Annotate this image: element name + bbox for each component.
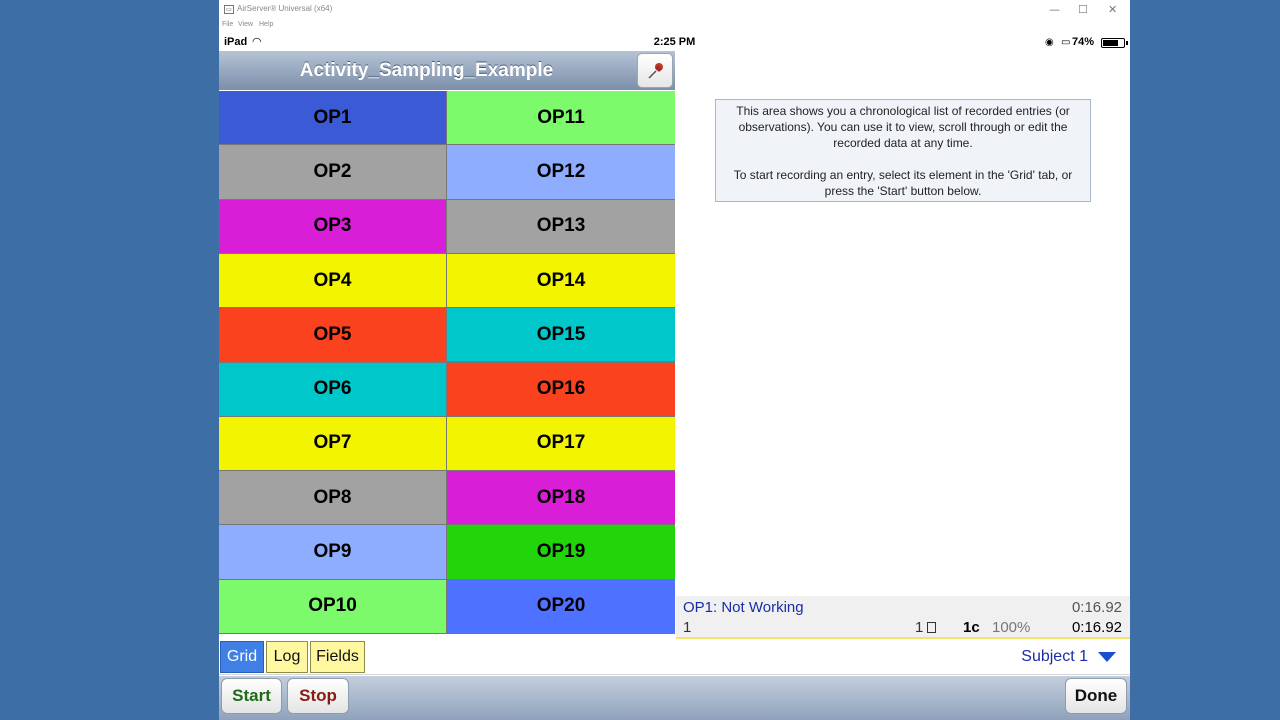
window-title: AirServer® Universal (x64) [237, 4, 333, 13]
status-time: 2:25 PM [653, 36, 696, 48]
tab-grid[interactable]: Grid [220, 641, 264, 673]
tab-fields[interactable]: Fields [310, 641, 365, 673]
page-title: Activity_Sampling_Example [299, 60, 554, 81]
elapsed-time-1: 0:16.92 [1071, 599, 1122, 616]
stop-button[interactable]: Stop [287, 678, 349, 714]
log-area[interactable]: This area shows you a chronological list… [676, 51, 1130, 596]
info-paragraph-2: To start recording an entry, select its … [733, 168, 1073, 198]
dropdown-triangle-icon [1098, 652, 1116, 662]
grid-cell-op14[interactable]: OP14 [447, 253, 675, 308]
pin-button[interactable] [637, 53, 673, 88]
grid-cell-op20[interactable]: OP20 [447, 579, 675, 633]
subject-selector[interactable]: Subject 1 [1021, 648, 1116, 666]
battery-tip [1126, 41, 1128, 45]
grid-cell-op15[interactable]: OP15 [447, 308, 675, 362]
minimize-icon[interactable]: — [1049, 3, 1060, 16]
airserver-window: ▭ AirServer® Universal (x64) — ☐ ✕ File … [219, 0, 1130, 720]
menu-bar: File View Help [219, 20, 1130, 32]
grid-cell-op9[interactable]: OP9 [219, 525, 446, 579]
menu-help[interactable]: Help [259, 21, 273, 28]
grid-cell-op11[interactable]: OP11 [447, 91, 675, 145]
grid-cell-op6[interactable]: OP6 [219, 362, 446, 416]
grid-cell-op1[interactable]: OP1 [219, 91, 446, 145]
bottom-toolbar: Start Stop Done [219, 676, 1130, 720]
maximize-icon[interactable]: ☐ [1078, 3, 1088, 16]
grid-header: Activity_Sampling_Example [219, 51, 675, 90]
cycle-count: 1c [963, 619, 980, 636]
grid-cell-op18[interactable]: OP18 [447, 471, 675, 525]
grid-cell-op7[interactable]: OP7 [219, 416, 446, 471]
info-box: This area shows you a chronological list… [715, 99, 1091, 202]
current-observation: OP1: Not Working [683, 599, 804, 616]
note-icon [927, 622, 936, 633]
battery-icon [1101, 38, 1125, 48]
grid-cell-op16[interactable]: OP16 [447, 362, 675, 416]
status-panel: OP1: Not Working 0:16.92 1 1 1c 100% 0:1… [676, 596, 1130, 639]
grid-cell-op19[interactable]: OP19 [447, 525, 675, 579]
window-titlebar[interactable]: ▭ AirServer® Universal (x64) — ☐ ✕ [219, 0, 1130, 20]
element-grid: OP1 OP11 OP2 OP12 OP3 OP13 OP4 OP14 OP5 OP15 OP6 OP… [219, 91, 675, 634]
grid-cell-op5[interactable]: OP5 [219, 308, 446, 362]
tab-log[interactable]: Log [266, 641, 308, 673]
grid-cell-op8[interactable]: OP8 [219, 471, 446, 525]
rotation-lock-icon: ◉ [1045, 37, 1054, 48]
grid-cell-op12[interactable]: OP12 [447, 145, 675, 199]
airplay-icon: ▭ [1061, 37, 1071, 48]
observation-count: 1 [915, 619, 924, 636]
start-button[interactable]: Start [221, 678, 282, 714]
pushpin-icon [648, 63, 663, 79]
menu-view[interactable]: View [238, 21, 253, 28]
info-paragraph-1: This area shows you a chronological list… [736, 104, 1070, 150]
subject-label: Subject 1 [1021, 648, 1088, 665]
grid-cell-op2[interactable]: OP2 [219, 145, 446, 199]
ios-status-bar: iPad ◠ 2:25 PM ◉ ▭ 74% [219, 33, 1130, 51]
grid-cell-op17[interactable]: OP17 [447, 416, 675, 471]
close-icon[interactable]: ✕ [1108, 3, 1117, 16]
grid-cell-op4[interactable]: OP4 [219, 253, 446, 308]
percent-value: 100% [992, 619, 1031, 636]
menu-file[interactable]: File [222, 21, 233, 28]
battery-percent: 74% [1071, 36, 1094, 48]
grid-cell-op3[interactable]: OP3 [219, 199, 446, 253]
tab-bar: Grid Log Fields Subject 1 [219, 640, 1130, 675]
airserver-app-icon: ▭ [224, 5, 234, 14]
elapsed-time-2: 0:16.92 [1071, 619, 1122, 636]
grid-cell-op13[interactable]: OP13 [447, 199, 675, 253]
grid-cell-op10[interactable]: OP10 [219, 579, 446, 633]
battery-fill [1103, 40, 1118, 46]
entry-count: 1 [683, 619, 692, 636]
done-button[interactable]: Done [1065, 678, 1127, 714]
